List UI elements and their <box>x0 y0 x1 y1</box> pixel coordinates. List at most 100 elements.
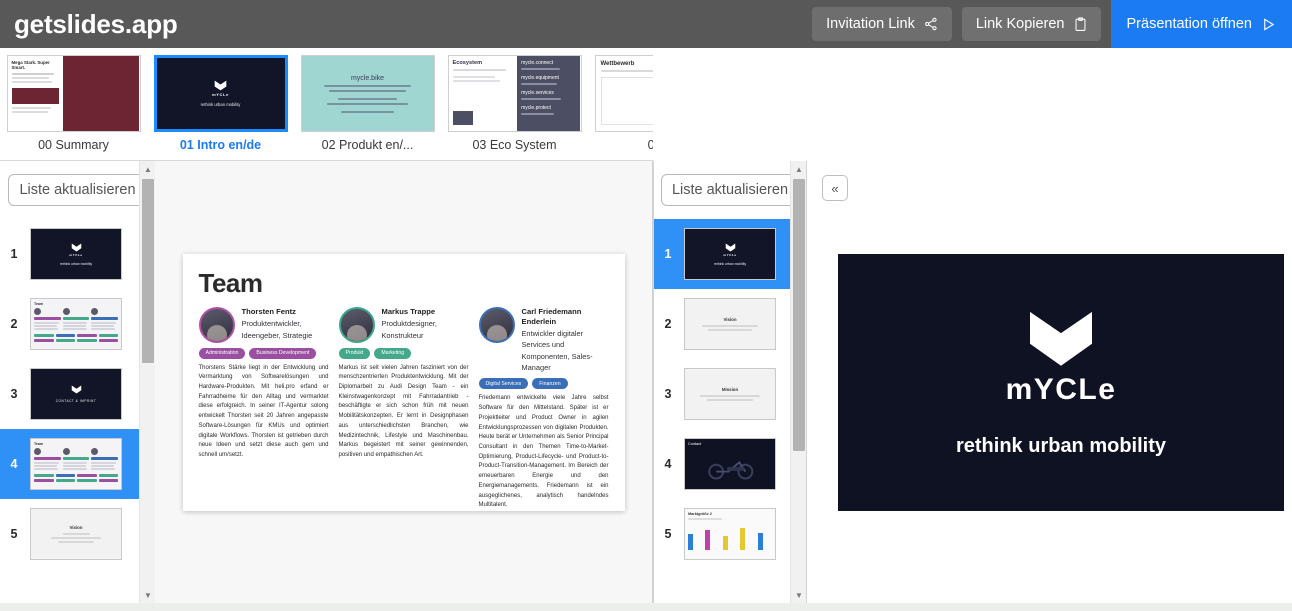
invitation-link-button[interactable]: Invitation Link <box>812 7 952 41</box>
share-icon <box>924 17 938 31</box>
person-tag: Business Development <box>249 347 317 359</box>
left-slide-list-panel: Liste aktualisieren 1 mYCLe rethink urba… <box>0 161 155 603</box>
right-list-item-2[interactable]: 2 Vision <box>654 289 806 359</box>
left-slide-list: 1 mYCLe rethink urban mobility 2 Team 3 … <box>0 219 155 569</box>
thumb-tagline: rethink urban mobility <box>59 261 93 266</box>
scroll-down-arrow-icon[interactable]: ▼ <box>140 587 155 603</box>
panel-divider <box>653 161 654 603</box>
main-slide-canvas: mYCLe rethink urban mobility <box>838 254 1284 511</box>
filmstrip-label: 01 Intro en/de <box>179 138 262 152</box>
slide-thumbnail: Team <box>30 438 122 490</box>
presentation-filmstrip[interactable]: Mega Stark. Super Smart. 00 Summary mYCL… <box>0 48 653 161</box>
team-member-1: Thorsten Fentz Produktentwickler, Ideeng… <box>198 306 329 511</box>
person-role-line2: Ideengeber, Strategie <box>241 330 313 340</box>
filmstrip-item-intro[interactable]: mYCLe rethink urban mobility 01 Intro en… <box>147 48 294 160</box>
slide-thumbnail: mYCLe rethink urban mobility <box>684 228 776 280</box>
filmstrip-item-ecosystem[interactable]: Ecosystem mycle.connect mycle.equipment … <box>441 48 588 160</box>
app-brand-title: getslides.app <box>14 8 178 39</box>
slide-thumbnail: Marktgröße 2 <box>684 508 776 560</box>
person-tag: Marketing <box>374 347 412 359</box>
center-slide-canvas: Team Thorsten Fentz Produktentwickler, I… <box>182 253 625 511</box>
right-refresh-list-button[interactable]: Liste aktualisieren <box>660 174 800 206</box>
scroll-up-arrow-icon[interactable]: ▲ <box>791 161 806 177</box>
thumb-summary-title: Mega Stark. Super Smart. <box>11 60 50 70</box>
filmstrip-thumbnail: Mega Stark. Super Smart. <box>6 55 141 132</box>
slide-thumbnail: CONTACT & IMPRINT <box>30 368 122 420</box>
right-panel-scrollbar[interactable]: ▲ ▼ <box>790 161 806 603</box>
right-list-item-4[interactable]: 4 Contact <box>654 429 806 499</box>
left-refresh-list-button[interactable]: Liste aktualisieren <box>8 174 147 206</box>
filmstrip-item-summary[interactable]: Mega Stark. Super Smart. 00 Summary <box>0 48 147 160</box>
invitation-link-label: Invitation Link <box>826 16 915 32</box>
scroll-down-arrow-icon[interactable]: ▼ <box>791 587 806 603</box>
open-presentation-button[interactable]: Präsentation öffnen <box>1110 0 1292 48</box>
person-role-line1: Entwickler digitaler Services und <box>521 329 584 350</box>
thumb-title: Mission <box>721 387 739 392</box>
scroll-up-arrow-icon[interactable]: ▲ <box>140 161 155 177</box>
slide-tagline: rethink urban mobility <box>955 435 1167 457</box>
mycle-logo-icon <box>725 243 736 252</box>
left-list-item-1[interactable]: 1 mYCLe rethink urban mobility <box>0 219 155 289</box>
person-tag: Administration <box>198 347 246 359</box>
slide-thumbnail: Vision <box>684 298 776 350</box>
filmstrip-thumbnail: mycle.bike <box>300 55 435 132</box>
slide-thumbnail: Team <box>30 298 122 350</box>
right-slide-list-panel: Liste aktualisieren 1 mYCLe rethink urba… <box>654 161 806 603</box>
thumb-tagline: rethink urban mobility <box>713 261 747 266</box>
slide-number: 5 <box>10 527 18 541</box>
right-list-item-3[interactable]: 3 Mission <box>654 359 806 429</box>
left-list-item-4[interactable]: 4 Team <box>0 429 155 499</box>
filmstrip-label: 04 M <box>648 138 653 152</box>
team-member-3: Carl Friedemann Enderlein Entwickler dig… <box>478 306 609 511</box>
filmstrip-thumbnail: Wettbewerb <box>594 55 653 132</box>
thumb-logo-word: mYCLe <box>212 92 229 97</box>
panel-divider-right <box>806 161 807 603</box>
slide-number: 1 <box>10 247 18 261</box>
left-list-item-5[interactable]: 5 Vision <box>0 499 155 569</box>
bike-illustration-icon <box>708 461 754 480</box>
slide-number: 3 <box>664 387 672 401</box>
right-list-item-1[interactable]: 1 mYCLe rethink urban mobility <box>654 219 806 289</box>
person-tag: Produkt <box>338 347 371 359</box>
open-presentation-label: Präsentation öffnen <box>1126 16 1253 32</box>
person-name: Carl Friedemann Enderlein <box>521 306 582 326</box>
slide-number: 4 <box>10 457 18 471</box>
app-root: getslides.app Invitation Link Link Kopie… <box>0 0 1292 611</box>
mycle-logo-icon <box>71 385 82 394</box>
avatar <box>198 306 235 343</box>
person-role-line2: Komponenten, Sales-Manager <box>521 352 593 373</box>
left-panel-scrollbar[interactable]: ▲ ▼ <box>139 161 155 603</box>
collapse-panel-button[interactable]: « <box>822 175 848 201</box>
filmstrip-item-produkt[interactable]: mycle.bike 02 Produkt en/... <box>294 48 441 160</box>
slide-thumbnail: mYCLe rethink urban mobility <box>30 228 122 280</box>
center-slide-preview-pane: Team Thorsten Fentz Produktentwickler, I… <box>155 161 653 603</box>
thumb-title: Vision <box>723 317 737 322</box>
person-bio: Friedemann entwickelte viele Jahre selbs… <box>478 395 609 509</box>
slide-number: 3 <box>10 387 18 401</box>
thumb-wettbewerb-title: Wettbewerb <box>600 61 635 67</box>
slide-number: 2 <box>10 317 18 331</box>
slide-number: 5 <box>664 527 672 541</box>
thumb-vision-title: Vision <box>69 525 83 530</box>
scrollbar-thumb[interactable] <box>142 179 154 363</box>
thumb-teal-title: mycle.bike <box>350 74 385 82</box>
filmstrip-thumbnail: mYCLe rethink urban mobility <box>153 55 288 132</box>
avatar <box>338 306 375 343</box>
thumb-title: Contact <box>688 442 702 446</box>
person-bio: Thorstens Stärke liegt in der Entwicklun… <box>198 364 329 458</box>
person-role-line1: Produktdesigner, <box>381 318 437 328</box>
copy-link-button[interactable]: Link Kopieren <box>961 7 1101 41</box>
team-member-2: Markus Trappe Produktdesigner, Konstrukt… <box>338 306 469 511</box>
play-icon <box>1261 17 1276 32</box>
right-list-item-5[interactable]: 5 Marktgröße 2 <box>654 499 806 569</box>
scrollbar-thumb[interactable] <box>793 179 805 451</box>
filmstrip-item-wettbewerb[interactable]: Wettbewerb 04 M <box>588 48 653 160</box>
person-tag: Finanzen <box>532 378 568 390</box>
left-list-item-3[interactable]: 3 CONTACT & IMPRINT <box>0 359 155 429</box>
mycle-logo-icon <box>71 243 82 252</box>
person-tags: Produkt Marketing <box>338 347 469 359</box>
left-list-item-2[interactable]: 2 Team <box>0 289 155 359</box>
person-bio: Markus ist seit vielen Jahren fasziniert… <box>338 364 469 458</box>
team-columns: Thorsten Fentz Produktentwickler, Ideeng… <box>198 306 609 511</box>
person-role-line2: Konstrukteur <box>381 330 424 340</box>
